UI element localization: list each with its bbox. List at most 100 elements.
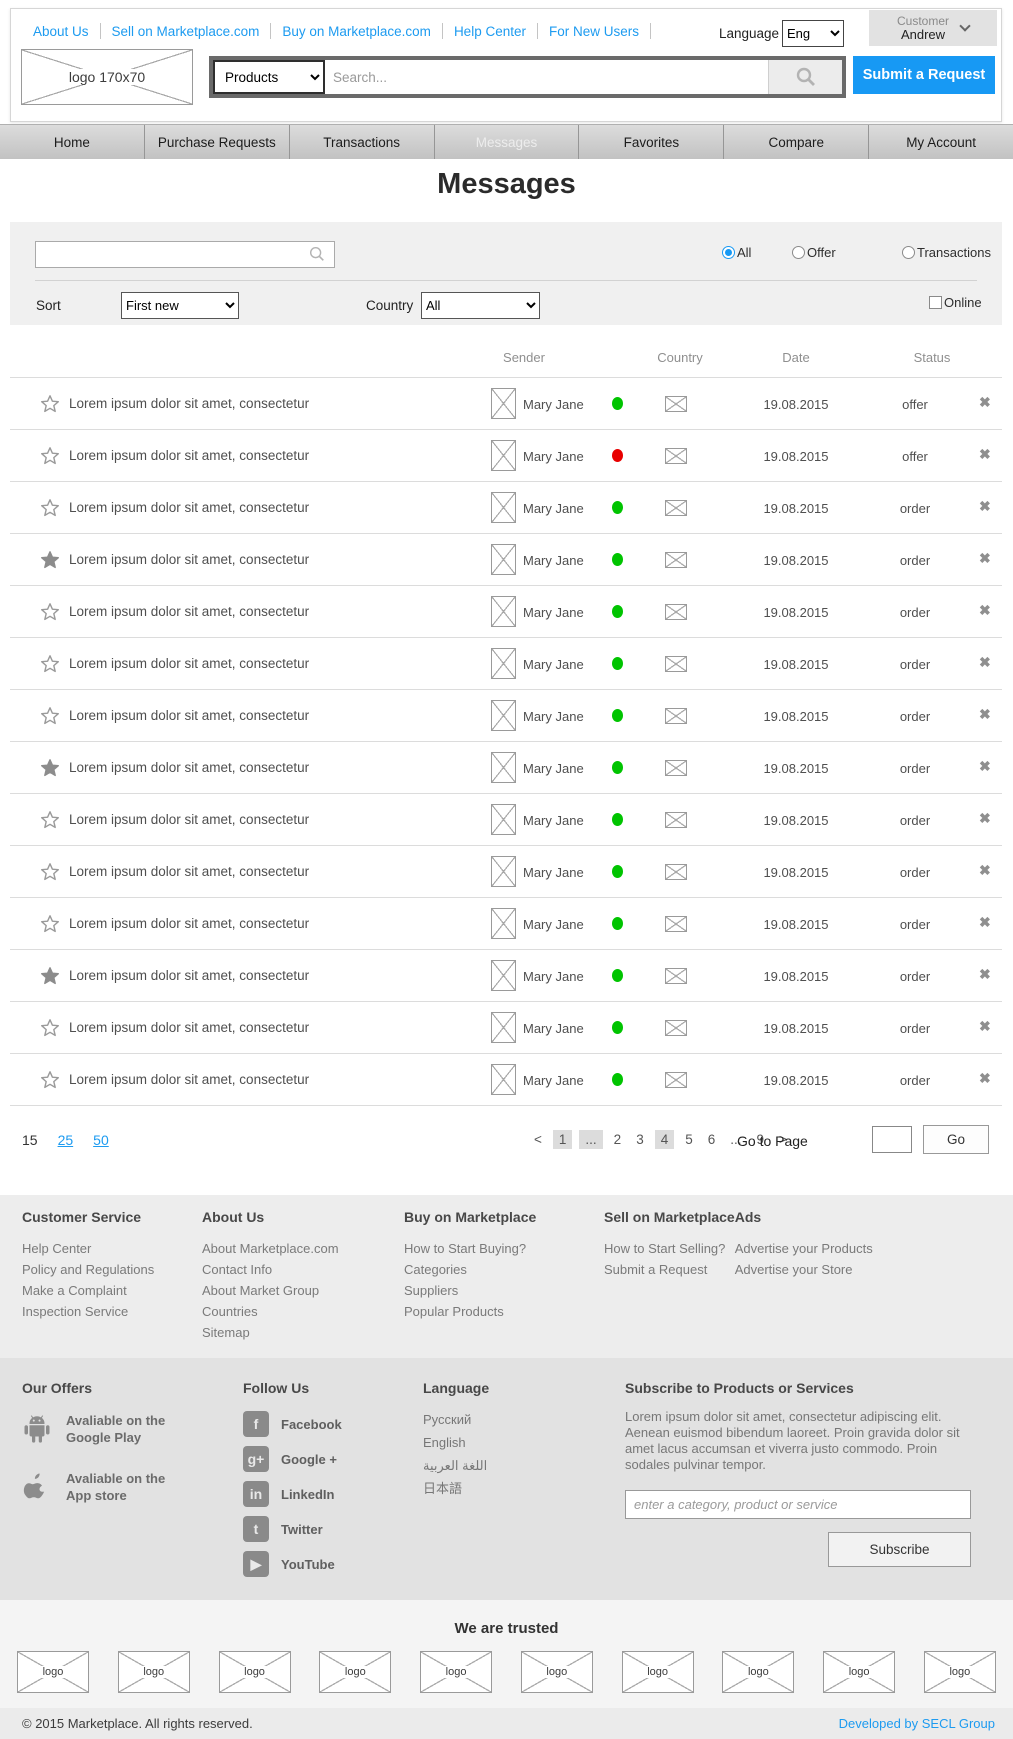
top-link[interactable]: Buy on Marketplace.com bbox=[282, 24, 431, 39]
filter-radio[interactable]: All bbox=[722, 245, 751, 260]
go-button[interactable]: Go bbox=[923, 1125, 989, 1154]
message-subject[interactable]: Lorem ipsum dolor sit amet, consectetur bbox=[69, 812, 309, 827]
message-subject[interactable]: Lorem ipsum dolor sit amet, consectetur bbox=[69, 916, 309, 931]
footer-link[interactable]: Sitemap bbox=[202, 1322, 404, 1343]
delete-message-icon[interactable]: ✖ bbox=[979, 498, 991, 515]
delete-message-icon[interactable]: ✖ bbox=[979, 550, 991, 567]
delete-message-icon[interactable]: ✖ bbox=[979, 758, 991, 775]
social-link[interactable]: t Twitter bbox=[243, 1516, 423, 1542]
footer-link[interactable]: Advertise your Products bbox=[735, 1238, 873, 1259]
star-icon[interactable] bbox=[40, 758, 60, 778]
message-row[interactable]: Lorem ipsum dolor sit amet, consectetur … bbox=[10, 1002, 1002, 1054]
message-subject[interactable]: Lorem ipsum dolor sit amet, consectetur bbox=[69, 864, 309, 879]
top-link[interactable]: Help Center bbox=[454, 24, 526, 39]
footer-link[interactable]: About Marketplace.com bbox=[202, 1238, 404, 1259]
star-icon[interactable] bbox=[40, 654, 60, 674]
nav-tab[interactable]: Home bbox=[0, 125, 144, 159]
delete-message-icon[interactable]: ✖ bbox=[979, 1018, 991, 1035]
message-row[interactable]: Lorem ipsum dolor sit amet, consectetur … bbox=[10, 846, 1002, 898]
social-link[interactable]: g+ Google + bbox=[243, 1446, 423, 1472]
page-number[interactable]: 2 bbox=[610, 1130, 626, 1149]
message-subject[interactable]: Lorem ipsum dolor sit amet, consectetur bbox=[69, 708, 309, 723]
page-number[interactable]: 5 bbox=[681, 1130, 697, 1149]
sender-name[interactable]: Mary Jane bbox=[523, 813, 584, 828]
social-link[interactable]: ▶ YouTube bbox=[243, 1551, 423, 1577]
sender-name[interactable]: Mary Jane bbox=[523, 501, 584, 516]
filter-radio[interactable]: Transactions bbox=[902, 245, 991, 260]
footer-link[interactable]: Advertise your Store bbox=[735, 1259, 873, 1280]
language-option[interactable]: اللغة العربية bbox=[423, 1455, 625, 1477]
footer-link[interactable]: Suppliers bbox=[404, 1280, 604, 1301]
page-number[interactable]: ... bbox=[579, 1130, 602, 1149]
sender-name[interactable]: Mary Jane bbox=[523, 657, 584, 672]
delete-message-icon[interactable]: ✖ bbox=[979, 914, 991, 931]
sender-name[interactable]: Mary Jane bbox=[523, 709, 584, 724]
star-icon[interactable] bbox=[40, 966, 60, 986]
language-select[interactable]: Eng bbox=[782, 20, 844, 47]
page-size-option[interactable]: 25 bbox=[58, 1132, 74, 1148]
message-row[interactable]: Lorem ipsum dolor sit amet, consectetur … bbox=[10, 638, 1002, 690]
online-checkbox[interactable]: Online bbox=[929, 295, 982, 310]
message-subject[interactable]: Lorem ipsum dolor sit amet, consectetur bbox=[69, 656, 309, 671]
page-number[interactable]: 1 bbox=[553, 1130, 573, 1149]
language-option[interactable]: Русский bbox=[423, 1409, 625, 1431]
submit-request-button[interactable]: Submit a Request bbox=[853, 56, 995, 94]
message-subject[interactable]: Lorem ipsum dolor sit amet, consectetur bbox=[69, 500, 309, 515]
sender-name[interactable]: Mary Jane bbox=[523, 1073, 584, 1088]
delete-message-icon[interactable]: ✖ bbox=[979, 1070, 991, 1087]
page-number[interactable]: 3 bbox=[632, 1130, 648, 1149]
message-row[interactable]: Lorem ipsum dolor sit amet, consectetur … bbox=[10, 742, 1002, 794]
app-store-badge[interactable]: Avaliable on the App store bbox=[22, 1470, 243, 1504]
star-icon[interactable] bbox=[40, 1018, 60, 1038]
nav-tab[interactable]: Messages bbox=[434, 125, 579, 159]
message-row[interactable]: Lorem ipsum dolor sit amet, consectetur … bbox=[10, 950, 1002, 1002]
footer-link[interactable]: Categories bbox=[404, 1259, 604, 1280]
star-icon[interactable] bbox=[40, 446, 60, 466]
page-number[interactable]: 4 bbox=[655, 1130, 675, 1149]
language-option[interactable]: English bbox=[423, 1432, 625, 1454]
delete-message-icon[interactable]: ✖ bbox=[979, 862, 991, 879]
page-size-option[interactable]: 50 bbox=[93, 1132, 109, 1148]
message-row[interactable]: Lorem ipsum dolor sit amet, consectetur … bbox=[10, 794, 1002, 846]
star-icon[interactable] bbox=[40, 550, 60, 570]
delete-message-icon[interactable]: ✖ bbox=[979, 810, 991, 827]
developer-link[interactable]: Developed by SECL Group bbox=[839, 1716, 995, 1731]
star-icon[interactable] bbox=[40, 394, 60, 414]
customer-menu[interactable]: Customer Andrew bbox=[869, 10, 997, 46]
social-link[interactable]: f Facebook bbox=[243, 1411, 423, 1437]
message-subject[interactable]: Lorem ipsum dolor sit amet, consectetur bbox=[69, 396, 309, 411]
category-select[interactable]: Products bbox=[213, 60, 325, 94]
google-play-badge[interactable]: Avaliable on the Google Play bbox=[22, 1412, 243, 1446]
message-subject[interactable]: Lorem ipsum dolor sit amet, consectetur bbox=[69, 1020, 309, 1035]
star-icon[interactable] bbox=[40, 602, 60, 622]
star-icon[interactable] bbox=[40, 914, 60, 934]
message-row[interactable]: Lorem ipsum dolor sit amet, consectetur … bbox=[10, 482, 1002, 534]
search-button[interactable] bbox=[768, 60, 842, 94]
sender-name[interactable]: Mary Jane bbox=[523, 1021, 584, 1036]
message-row[interactable]: Lorem ipsum dolor sit amet, consectetur … bbox=[10, 534, 1002, 586]
delete-message-icon[interactable]: ✖ bbox=[979, 966, 991, 983]
star-icon[interactable] bbox=[40, 862, 60, 882]
footer-link[interactable]: Countries bbox=[202, 1301, 404, 1322]
sender-name[interactable]: Mary Jane bbox=[523, 449, 584, 464]
star-icon[interactable] bbox=[40, 706, 60, 726]
message-subject[interactable]: Lorem ipsum dolor sit amet, consectetur bbox=[69, 968, 309, 983]
delete-message-icon[interactable]: ✖ bbox=[979, 654, 991, 671]
message-subject[interactable]: Lorem ipsum dolor sit amet, consectetur bbox=[69, 1072, 309, 1087]
language-option[interactable]: 日本語 bbox=[423, 1478, 625, 1500]
goto-page-input[interactable] bbox=[872, 1126, 912, 1153]
sender-name[interactable]: Mary Jane bbox=[523, 553, 584, 568]
footer-link[interactable]: Help Center bbox=[22, 1238, 202, 1259]
footer-link[interactable]: Popular Products bbox=[404, 1301, 604, 1322]
star-icon[interactable] bbox=[40, 498, 60, 518]
sender-name[interactable]: Mary Jane bbox=[523, 397, 584, 412]
filter-radio[interactable]: Offer bbox=[792, 245, 836, 260]
footer-link[interactable]: Contact Info bbox=[202, 1259, 404, 1280]
delete-message-icon[interactable]: ✖ bbox=[979, 446, 991, 463]
sender-name[interactable]: Mary Jane bbox=[523, 917, 584, 932]
message-row[interactable]: Lorem ipsum dolor sit amet, consectetur … bbox=[10, 690, 1002, 742]
search-input[interactable] bbox=[325, 60, 768, 94]
message-row[interactable]: Lorem ipsum dolor sit amet, consectetur … bbox=[10, 898, 1002, 950]
nav-tab[interactable]: Transactions bbox=[289, 125, 434, 159]
message-search-input[interactable] bbox=[35, 241, 335, 268]
